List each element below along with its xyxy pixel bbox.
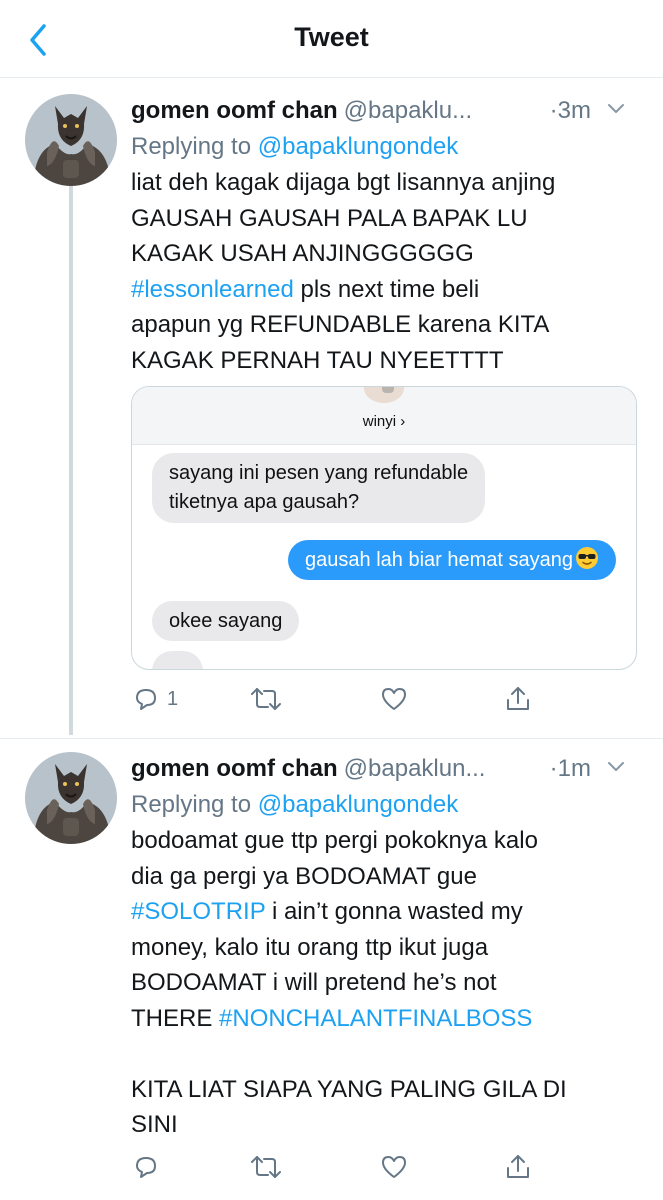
text-line: GAUSAH GAUSAH PALA BAPAK LU	[131, 204, 528, 232]
contact-name: winyi ›	[362, 413, 406, 430]
more-options-button[interactable]	[603, 754, 629, 780]
replying-to: Replying to @bapaklungondek	[131, 788, 458, 822]
tweet-header: gomen oomf chan @bapaklun... ·1m	[131, 752, 641, 786]
retweet-button[interactable]	[249, 1150, 283, 1184]
reply-button[interactable]	[131, 1150, 167, 1184]
tweet-divider	[0, 738, 663, 739]
reply-button[interactable]: 1	[131, 682, 178, 716]
imessage-header: winyi ›	[132, 387, 636, 445]
retweet-icon	[251, 688, 281, 710]
reply-count: 1	[167, 687, 179, 710]
message-line: ...	[169, 660, 186, 669]
tweet-text: liat deh kagak dijaga bgt lisannya anjin…	[131, 165, 641, 378]
text-line: #SOLOTRIP i ain’t gonna wasted my	[131, 894, 641, 930]
heart-icon	[382, 688, 406, 710]
tweet-text: bodoamat gue ttp pergi pokoknya kalo dia…	[131, 823, 641, 1143]
display-name[interactable]: gomen oomf chan	[131, 97, 338, 124]
heart-icon	[382, 1156, 406, 1178]
like-button[interactable]	[379, 1150, 409, 1184]
text-line: dia ga pergi ya BODOAMAT gue	[131, 862, 477, 890]
text-line: #lessonlearned pls next time beli	[131, 272, 641, 308]
thread-connector-line	[69, 185, 73, 735]
message-bubble-sent: gausah lah biar hemat sayang	[288, 540, 616, 580]
text-line: money, kalo itu orang ttp ikut juga	[131, 933, 489, 961]
text-line: liat deh kagak dijaga bgt lisannya anjin…	[131, 169, 556, 196]
reply-icon	[136, 1157, 156, 1178]
message-bubble-received: sayang ini pesen yang refundable tiketny…	[152, 453, 486, 523]
replying-to-label: Replying to	[131, 133, 258, 160]
hashtag-link[interactable]: #SOLOTRIP	[131, 898, 265, 925]
timestamp: ·1m	[549, 755, 591, 782]
chevron-down-icon	[608, 762, 624, 771]
share-button[interactable]	[503, 682, 533, 716]
text-line: BODOAMAT i will pretend he’s not	[131, 969, 497, 996]
hashtag-link[interactable]: #lessonlearned	[131, 276, 294, 303]
hashtag-link[interactable]: #NONCHALANTFINALBOSS	[219, 1005, 532, 1032]
text-line: SINI	[131, 1111, 178, 1138]
share-icon	[507, 687, 529, 710]
text-line: KITA LIAT SIAPA YANG PALING GILA DI	[131, 1075, 567, 1103]
attached-image[interactable]: winyi › sayang ini pesen yang refundable…	[131, 386, 637, 670]
timestamp: ·3m	[549, 97, 591, 124]
werewolf-avatar-image	[25, 94, 117, 186]
nav-divider	[0, 77, 663, 78]
chevron-down-icon	[608, 104, 624, 113]
replying-to: Replying to @bapaklungondek	[131, 130, 458, 164]
tweet-actions: 1	[131, 682, 531, 716]
like-button[interactable]	[379, 682, 409, 716]
message-line: sayang ini pesen yang refundable	[169, 462, 469, 484]
replying-to-label: Replying to	[131, 791, 258, 818]
message-line: gausah lah biar hemat sayang	[305, 549, 573, 571]
message-line: okee sayang	[169, 610, 283, 632]
message-line: tiketnya apa gausah?	[169, 491, 360, 513]
text-line: apapun yg REFUNDABLE karena KITA	[131, 311, 550, 338]
sunglasses-emoji-icon	[576, 547, 598, 569]
text-line: bodoamat gue ttp pergi pokoknya kalo	[131, 827, 538, 854]
avatar[interactable]	[25, 752, 117, 844]
tweet-actions	[131, 1150, 531, 1184]
more-options-button[interactable]	[603, 96, 629, 122]
retweet-button[interactable]	[249, 682, 283, 716]
top-nav-bar: Tweet	[0, 0, 663, 80]
message-bubble-received: okee sayang	[152, 601, 300, 641]
replying-to-link[interactable]: @bapaklungondek	[258, 133, 459, 160]
replying-to-link[interactable]: @bapaklungondek	[258, 791, 459, 818]
user-handle[interactable]: @bapaklun...	[344, 755, 486, 782]
display-name[interactable]: gomen oomf chan	[131, 755, 338, 782]
text-segment: i ain’t gonna wasted my	[265, 898, 523, 925]
text-segment: pls next time beli	[293, 275, 480, 303]
reply-icon	[136, 689, 156, 710]
message-bubble-received: ...	[152, 651, 203, 669]
share-icon	[507, 1155, 529, 1178]
retweet-icon	[251, 1156, 281, 1178]
contact-avatar	[364, 387, 404, 403]
werewolf-avatar-image	[25, 752, 117, 844]
user-handle[interactable]: @bapaklu...	[344, 97, 472, 124]
text-line: KAGAK USAH ANJINGGGGGG	[131, 240, 474, 267]
avatar[interactable]	[25, 94, 117, 186]
text-line: THERE #NONCHALANTFINALBOSS	[131, 1001, 641, 1037]
page-title: Tweet	[294, 22, 369, 52]
text-line: KAGAK PERNAH TAU NYEETTTT	[131, 346, 504, 374]
tweet-header: gomen oomf chan @bapaklu... ·3m	[131, 94, 641, 128]
text-segment: THERE	[131, 1004, 220, 1032]
share-button[interactable]	[503, 1150, 533, 1184]
